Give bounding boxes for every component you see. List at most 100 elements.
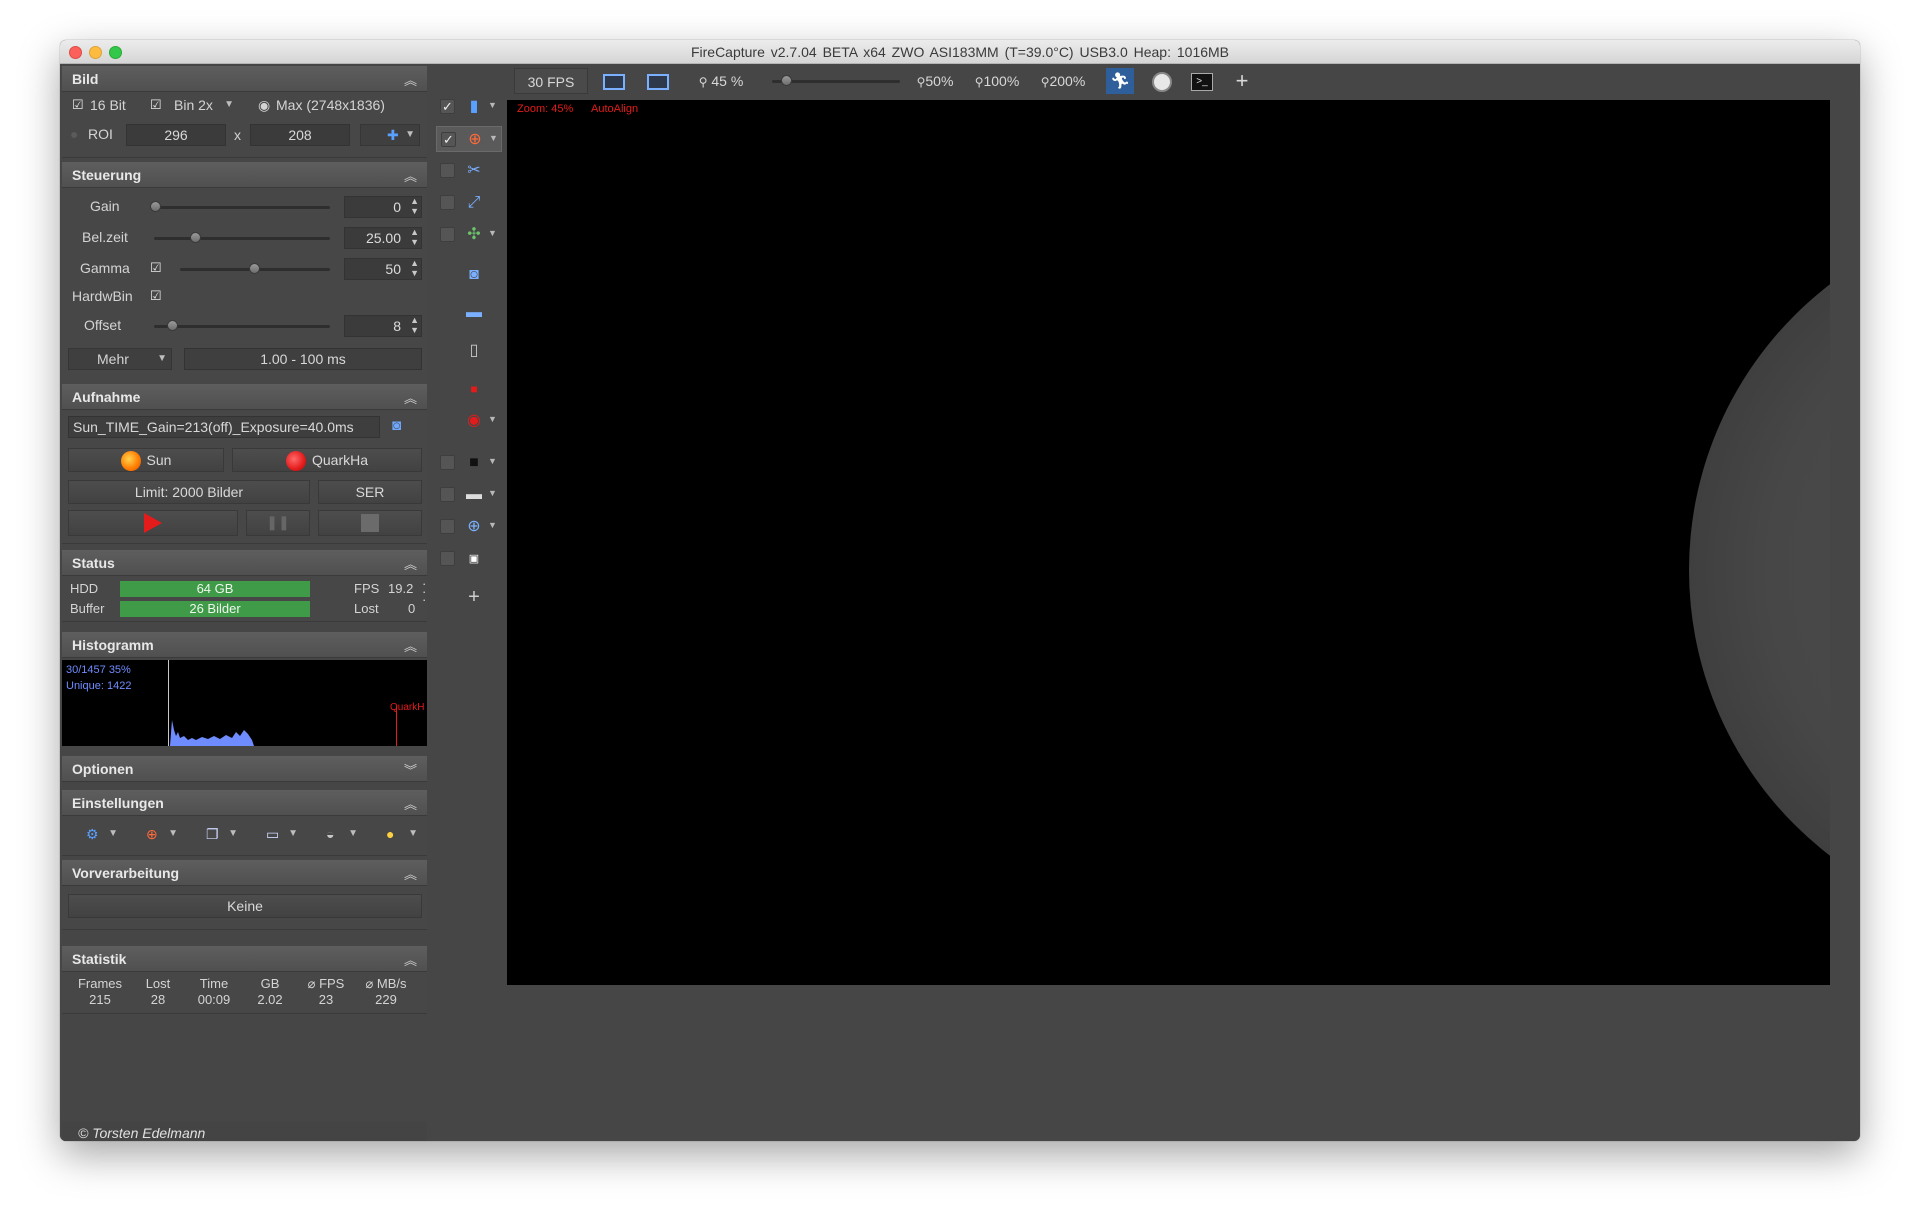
chevron-down-icon[interactable]: ▼ <box>488 228 497 238</box>
roi-preset-select[interactable]: ✚ ▼ <box>360 124 420 146</box>
chevron-down-icon[interactable]: ▼ <box>488 488 497 498</box>
autoalign-tool[interactable]: ⤢ <box>436 190 502 216</box>
zoom-50-button[interactable]: ⚲50% <box>910 68 960 94</box>
offset-spinner[interactable]: 8 ▲ ▼ <box>344 315 422 337</box>
focus-tool-checkbox[interactable] <box>440 163 455 178</box>
settings-monitor-dropdown[interactable]: ▭ ▼ <box>248 824 302 846</box>
settings-light-dropdown[interactable]: ● ▼ <box>368 824 422 846</box>
roi-radio-icon[interactable]: ● <box>70 126 78 142</box>
gain-slider-handle[interactable] <box>150 201 161 212</box>
histogram-tool[interactable]: ✓ ▮ ▼ <box>436 94 502 120</box>
expand-icon[interactable]: ︾ <box>404 760 417 779</box>
fullscreen-button[interactable] <box>642 68 674 94</box>
offset-slider[interactable] <box>154 320 330 331</box>
darkframe-tool-checkbox[interactable] <box>440 455 455 470</box>
belzeit-slider[interactable] <box>154 232 330 243</box>
add-toolbar-button[interactable]: + <box>1228 68 1256 94</box>
gamma-spinner[interactable]: 50 ▲ ▼ <box>344 258 422 280</box>
section-aufnahme-header[interactable]: Aufnahme ︽ <box>62 384 427 410</box>
settings-gear-dropdown[interactable]: ⚙ ▼ <box>68 824 122 846</box>
bit-checkbox[interactable]: ☑ <box>72 98 86 112</box>
focus-tool[interactable]: ✂ <box>436 158 502 184</box>
camera-icon[interactable]: ◙ <box>392 417 401 434</box>
collapse-icon[interactable]: ︽ <box>404 554 417 573</box>
chevron-down-icon[interactable]: ▼ <box>488 520 497 530</box>
filename-field[interactable]: Sun_TIME_Gain=213(off)_Exposure=40.0ms <box>68 416 380 438</box>
trash-tool[interactable]: ▯ <box>436 338 502 364</box>
settings-telescope-dropdown[interactable]: ◒ ▼ <box>308 824 362 846</box>
zoom-slider[interactable] <box>772 75 900 86</box>
zoom-slider-handle[interactable] <box>781 75 793 86</box>
stop-capture-button[interactable] <box>318 510 422 536</box>
section-vorverarbeitung-header[interactable]: Vorverarbeitung ︽ <box>62 860 427 886</box>
hardwbin-checkbox[interactable]: ☑ <box>150 289 164 303</box>
autorun-button[interactable]: 🏃︎ <box>1106 68 1134 94</box>
counter-tool-checkbox[interactable] <box>440 551 455 566</box>
flatfield-tool[interactable]: ▬ ▼ <box>436 482 502 508</box>
max-radio-icon[interactable]: ◉ <box>258 97 270 114</box>
limit-button[interactable]: Limit: 2000 Bilder <box>68 480 310 504</box>
tracking-tool[interactable]: ✣ ▼ <box>436 222 502 248</box>
crosshair-tool[interactable]: ✓ ⊕ ▼ <box>436 126 502 152</box>
fit-screen-button[interactable] <box>598 68 630 94</box>
record-overlay-tool[interactable]: ■ <box>436 376 502 402</box>
timer-button[interactable] <box>1148 68 1176 94</box>
camera-preview[interactable]: Zoom: 45% AutoAlign <box>507 100 1830 985</box>
fps-limit-button[interactable]: 30 FPS <box>514 68 588 94</box>
collapse-icon[interactable]: ︽ <box>404 388 417 407</box>
collapse-icon[interactable]: ︽ <box>404 864 417 883</box>
spinner-arrows-icon[interactable]: ▲ ▼ <box>410 227 419 247</box>
collapse-icon[interactable]: ︽ <box>404 70 417 89</box>
collapse-icon[interactable]: ︽ <box>404 166 417 185</box>
zoom-value-button[interactable]: ⚲ 45 % <box>686 68 756 94</box>
mehr-select[interactable]: Mehr ▼ <box>68 348 172 370</box>
gain-slider[interactable] <box>150 201 330 212</box>
spinner-arrows-icon[interactable]: ▲ ▼ <box>410 196 419 216</box>
format-button[interactable]: SER <box>318 480 422 504</box>
snapshot-tool[interactable]: ◙ <box>436 262 502 288</box>
pause-capture-button[interactable]: ❚❚ <box>246 510 310 536</box>
roi-width-field[interactable]: 296 <box>126 124 226 146</box>
settings-copy-dropdown[interactable]: ❐ ▼ <box>188 824 242 846</box>
roi-height-field[interactable]: 208 <box>250 124 350 146</box>
gamma-slider-handle[interactable] <box>249 263 260 274</box>
offset-slider-handle[interactable] <box>167 320 179 331</box>
section-steuerung-header[interactable]: Steuerung ︽ <box>62 162 427 188</box>
collapse-icon[interactable]: ︽ <box>404 950 417 969</box>
section-status-header[interactable]: Status ︽ <box>62 550 427 576</box>
section-einstellungen-header[interactable]: Einstellungen ︽ <box>62 790 427 816</box>
darkframe-tool[interactable]: ■ ▼ <box>436 450 502 476</box>
record-mode-tool[interactable]: ◉ ▼ <box>436 408 502 434</box>
collapse-icon[interactable]: ︽ <box>404 794 417 813</box>
section-statistik-header[interactable]: Statistik ︽ <box>62 946 427 972</box>
spinner-arrows-icon[interactable]: ▲ ▼ <box>410 258 419 278</box>
collapse-icon[interactable]: ︽ <box>404 636 417 655</box>
profile-quarkha-button[interactable]: QuarkHa <box>232 448 422 472</box>
flatfield-tool-checkbox[interactable] <box>440 487 455 502</box>
chevron-down-icon[interactable]: ▼ <box>488 414 497 424</box>
chevron-down-icon[interactable]: ▼ <box>488 100 497 110</box>
section-optionen-header[interactable]: Optionen ︾ <box>62 756 427 782</box>
console-button[interactable]: >_ <box>1188 68 1216 94</box>
start-capture-button[interactable] <box>68 510 238 536</box>
zoom-100-button[interactable]: ⚲100% <box>968 68 1026 94</box>
section-bild-header[interactable]: Bild ︽ <box>62 66 427 92</box>
gain-spinner[interactable]: 0 ▲ ▼ <box>344 196 422 218</box>
more-dots-icon[interactable]: · · · <box>422 577 426 606</box>
bin-checkbox[interactable]: ☑ <box>150 98 164 112</box>
crosshair-tool-checkbox[interactable]: ✓ <box>441 132 456 147</box>
open-folder-tool[interactable]: ▬ <box>436 300 502 326</box>
autoalign-tool-checkbox[interactable] <box>440 195 455 210</box>
globe-tool-checkbox[interactable] <box>440 519 455 534</box>
chevron-down-icon[interactable]: ▼ <box>489 133 498 143</box>
add-tool-button[interactable]: + <box>436 584 502 610</box>
gamma-slider[interactable] <box>180 263 330 274</box>
preprocessing-button[interactable]: Keine <box>68 894 422 918</box>
spinner-arrows-icon[interactable]: ▲ ▼ <box>410 315 419 335</box>
zoom-200-button[interactable]: ⚲200% <box>1034 68 1092 94</box>
counter-tool[interactable]: ▣ <box>436 546 502 572</box>
tracking-tool-checkbox[interactable] <box>440 227 455 242</box>
belzeit-slider-handle[interactable] <box>190 232 202 243</box>
gamma-checkbox[interactable]: ☑ <box>150 261 164 275</box>
chevron-down-icon[interactable]: ▼ <box>488 456 497 466</box>
